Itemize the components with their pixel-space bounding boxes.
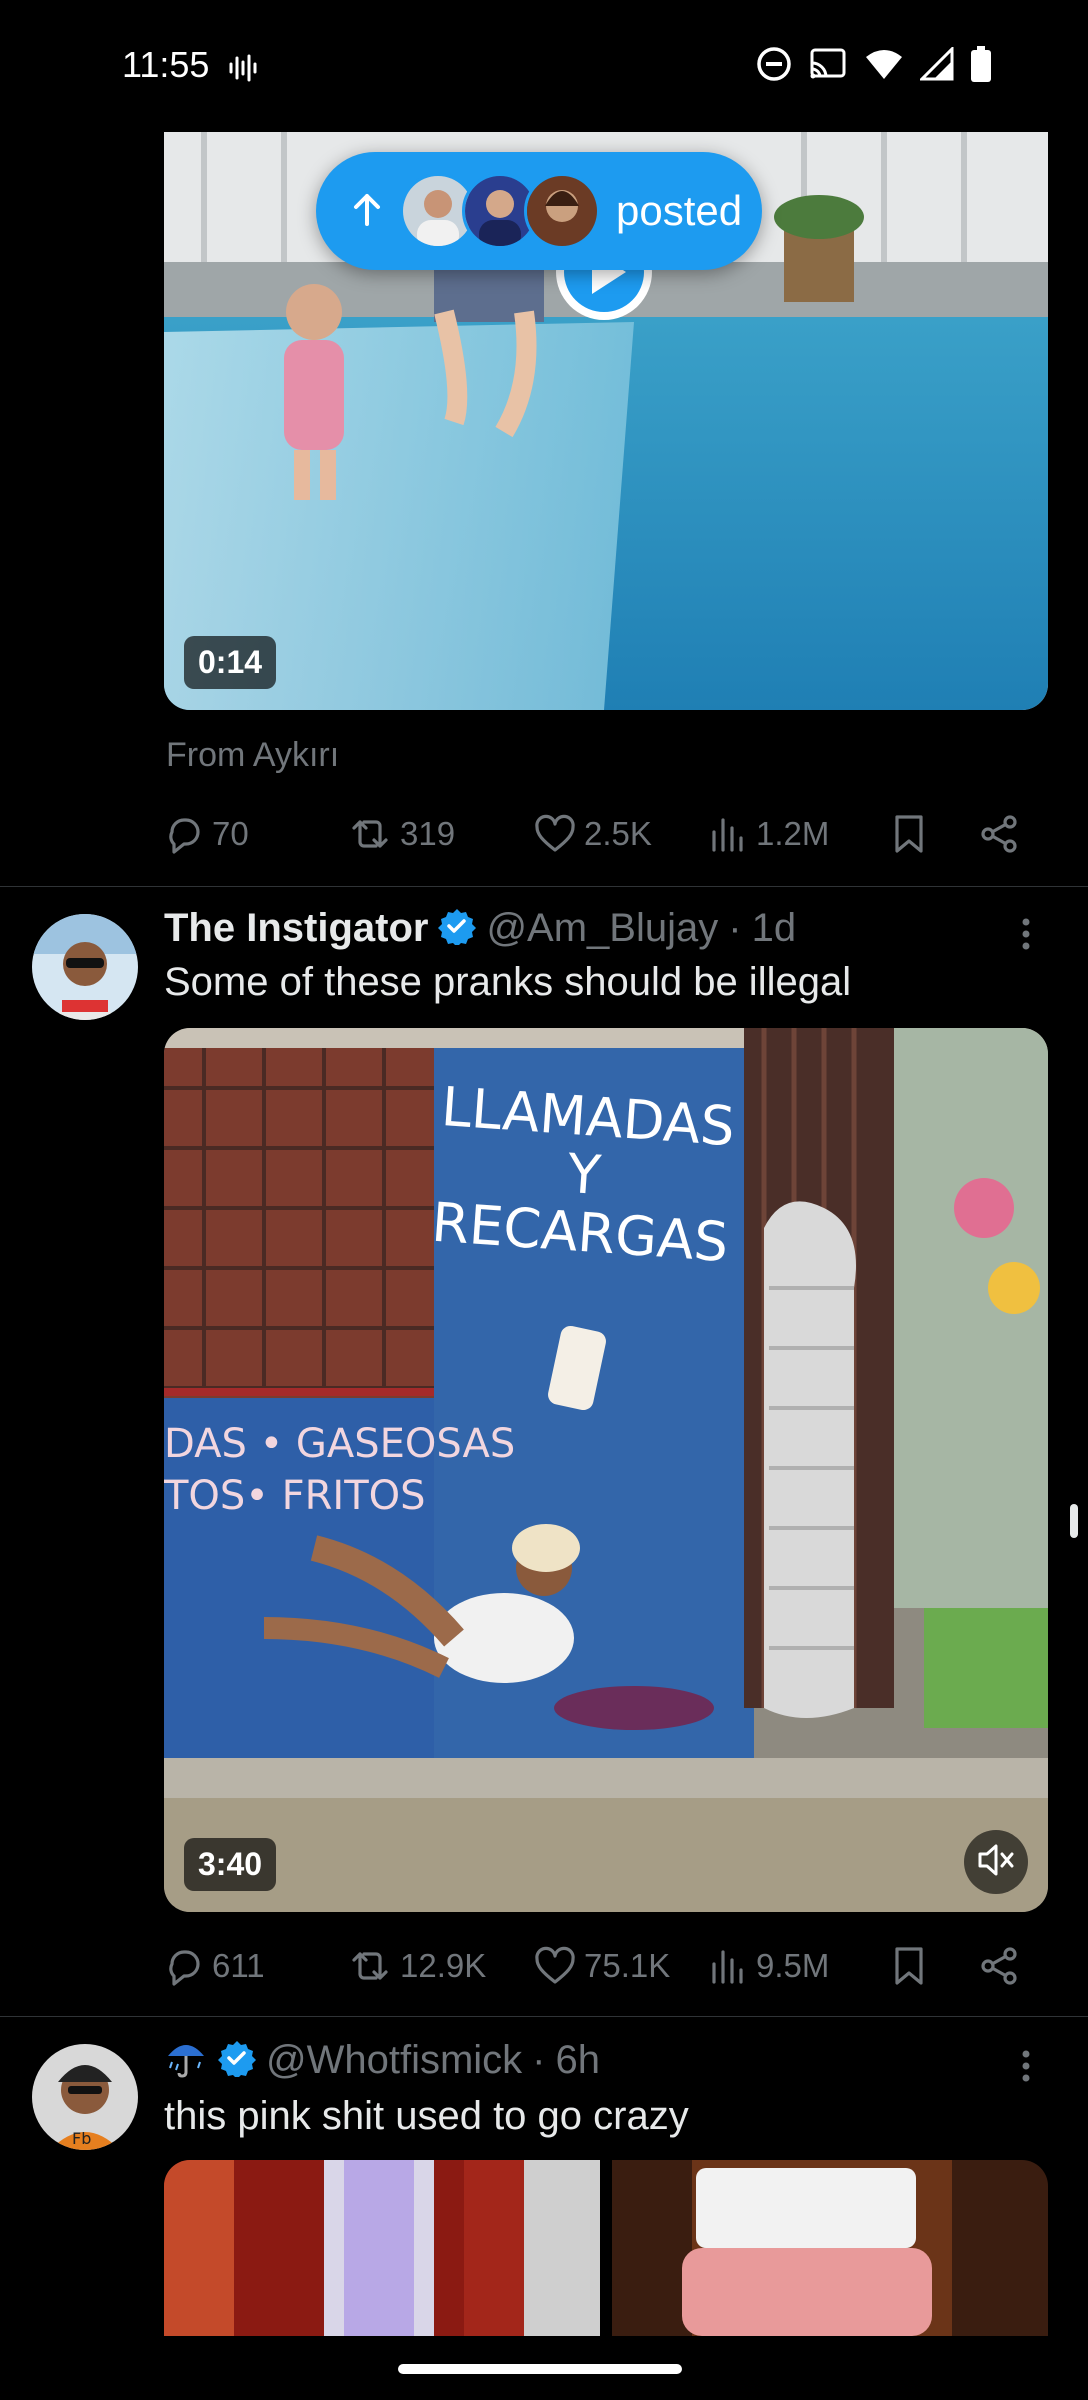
mute-button[interactable] [964, 1830, 1028, 1894]
divider [0, 2016, 1088, 2017]
post-time[interactable]: 6h [556, 2038, 601, 2083]
pill-label: posted [616, 187, 743, 234]
views-icon [710, 814, 748, 854]
from-source[interactable]: From Aykırı [166, 736, 339, 775]
pink-bottle-image [612, 2160, 1048, 2336]
more-options-icon[interactable] [1014, 2046, 1038, 2091]
video-duration: 0:14 [184, 636, 277, 689]
author-avatar[interactable] [32, 914, 138, 1020]
wifi-icon [864, 47, 904, 81]
repost-count: 319 [400, 815, 456, 852]
share-icon [980, 814, 1020, 854]
svg-text:Fb: Fb [72, 2129, 91, 2148]
bookmark-button[interactable] [892, 1945, 926, 1987]
reply-button[interactable]: 70 [164, 814, 249, 854]
reply-count: 611 [212, 1947, 265, 1984]
tweet3-image-2[interactable] [612, 2160, 1048, 2336]
share-button[interactable] [980, 814, 1020, 854]
tweet2-header: The Instigator @Am_Blujay · 1d [164, 906, 796, 951]
tweet1-actions: 70 319 2.5K 1.2M [164, 804, 1048, 864]
status-bar: 11:55 [0, 0, 1088, 132]
cast-icon [808, 47, 848, 81]
voice-wave-icon [228, 52, 258, 89]
bookmark-icon [892, 813, 926, 855]
bookmark-button[interactable] [892, 813, 926, 855]
new-posts-pill[interactable]: posted [316, 152, 762, 270]
author-handle[interactable]: @Am_Blujay [486, 906, 718, 951]
tweet-text: this pink shit used to go crazy [164, 2094, 689, 2138]
more-options-icon[interactable] [1014, 914, 1038, 959]
verified-badge-icon [218, 2039, 256, 2082]
repost-button[interactable]: 319 [348, 814, 455, 854]
heart-icon [534, 1946, 576, 1986]
signal-icon [920, 47, 954, 81]
speaker-muted-icon [976, 1842, 1016, 1883]
share-icon [980, 1946, 1020, 1986]
pink-drink-image [164, 2160, 600, 2336]
bookmark-icon [892, 1945, 926, 1987]
reply-button[interactable]: 611 [164, 1946, 265, 1986]
tweet-text: Some of these pranks should be illegal [164, 960, 852, 1004]
reply-icon [164, 1946, 204, 1986]
avatar [524, 173, 600, 249]
tweet2-video[interactable]: LLAMADAS Y RECARGAS DAS • GASEOSAS TOS• … [164, 1028, 1048, 1912]
repost-icon [348, 814, 392, 854]
repost-count: 12.9K [400, 1947, 487, 1984]
reply-count: 70 [212, 815, 249, 852]
like-count: 75.1K [584, 1947, 671, 1984]
author-name[interactable]: The Instigator [164, 906, 428, 951]
author-avatar[interactable]: Fb [32, 2044, 138, 2150]
like-button[interactable]: 75.1K [534, 1946, 670, 1986]
sign-text: LLAMADAS Y RECARGAS [429, 1074, 737, 1275]
divider [0, 886, 1088, 887]
views-button[interactable]: 1.2M [710, 814, 829, 854]
status-icons [756, 46, 992, 82]
share-button[interactable] [980, 1946, 1020, 1986]
sign-text-small: DAS • GASEOSAS TOS• FRITOS [164, 1421, 516, 1519]
views-count: 9.5M [756, 1947, 830, 1984]
views-button[interactable]: 9.5M [710, 1946, 829, 1986]
views-icon [710, 1946, 748, 1986]
video-duration: 3:40 [184, 1838, 277, 1891]
heart-icon [534, 814, 576, 854]
like-button[interactable]: 2.5K [534, 814, 652, 854]
repost-icon [348, 1946, 392, 1986]
dot-separator: · [532, 2038, 546, 2082]
do-not-disturb-icon [756, 46, 792, 82]
dot-separator: · [728, 906, 742, 950]
reply-icon [164, 814, 204, 854]
tweet3-image-1[interactable] [164, 2160, 600, 2336]
tweet3-header: @Whotfismick · 6h [164, 2036, 600, 2085]
tweet2-actions: 611 12.9K 75.1K 9.5M [164, 1936, 1048, 1996]
status-time: 11:55 [122, 44, 210, 85]
views-count: 1.2M [756, 815, 830, 852]
pill-avatars [400, 173, 600, 249]
umbrella-emoji-icon[interactable] [164, 2036, 208, 2085]
scrollbar-thumb[interactable] [1070, 1504, 1078, 1538]
verified-badge-icon [438, 907, 477, 950]
post-time[interactable]: 1d [752, 906, 797, 951]
repost-button[interactable]: 12.9K [348, 1946, 486, 1986]
battery-icon [970, 46, 992, 82]
arrow-up-icon [352, 192, 382, 231]
author-handle[interactable]: @Whotfismick [266, 2038, 522, 2083]
gesture-nav-handle[interactable] [398, 2364, 682, 2374]
like-count: 2.5K [584, 815, 652, 852]
